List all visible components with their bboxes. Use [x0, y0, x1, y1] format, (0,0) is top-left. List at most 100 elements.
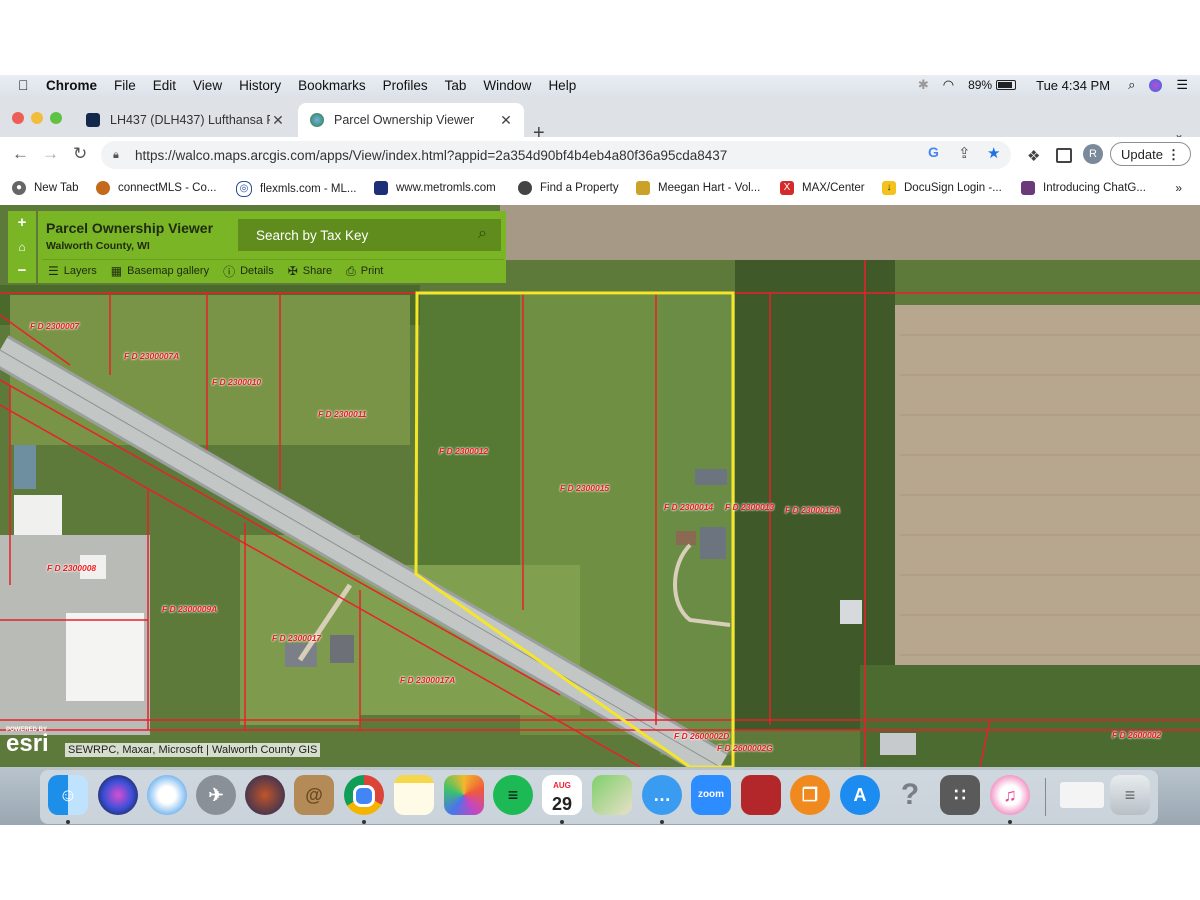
menu-history[interactable]: History	[239, 78, 281, 93]
spotlight-search-icon[interactable]: ⌕	[1128, 77, 1135, 93]
launchpad-icon[interactable]: ✈	[196, 775, 236, 815]
photos-icon[interactable]	[444, 775, 484, 815]
window-close-button[interactable]	[12, 112, 24, 124]
bookmarks-overflow-icon[interactable]: »	[1175, 181, 1182, 195]
downloads-stack-icon[interactable]	[1060, 782, 1104, 808]
zoom-out-button[interactable]: −	[8, 259, 36, 283]
zoom-in-button[interactable]: +	[8, 211, 36, 235]
side-panel-icon[interactable]	[1056, 148, 1072, 163]
tab-parcel-viewer[interactable]: Parcel Ownership Viewer ✕	[298, 103, 524, 137]
layers-button[interactable]: ☰ Layers	[48, 264, 97, 278]
bookmark-connectmls[interactable]: connectMLS - Co...	[96, 181, 216, 195]
menu-profiles[interactable]: Profiles	[383, 78, 428, 93]
bookmark-chatgpt[interactable]: Introducing ChatG...	[1021, 181, 1146, 195]
url-text[interactable]: https://walco.maps.arcgis.com/apps/View/…	[135, 148, 727, 163]
bookmark-max-center[interactable]: X MAX/Center	[780, 181, 865, 195]
app-store-icon[interactable]: A	[840, 775, 880, 815]
parcel-label[interactable]: F D 2300007	[30, 321, 79, 331]
itunes-icon[interactable]: ♫	[990, 775, 1030, 815]
parcel-label[interactable]: F D 2300008	[47, 563, 96, 573]
share-icon[interactable]: ⇪	[958, 144, 971, 162]
window-zoom-button[interactable]	[50, 112, 62, 124]
share-button[interactable]: ✠ Share	[288, 264, 332, 278]
menu-window[interactable]: Window	[483, 78, 531, 93]
menu-tab[interactable]: Tab	[445, 78, 467, 93]
esri-logo[interactable]: POWERED BY esri	[6, 727, 49, 756]
calculator-icon[interactable]: ∷	[940, 775, 980, 815]
address-bar[interactable]: 🔒︎ https://walco.maps.arcgis.com/apps/Vi…	[101, 141, 1011, 169]
menubar-clock[interactable]: Tue 4:34 PM	[1036, 78, 1110, 93]
menu-bookmarks[interactable]: Bookmarks	[298, 78, 366, 93]
zoom-icon[interactable]: zoom	[691, 775, 731, 815]
basemap-gallery-button[interactable]: ▦ Basemap gallery	[111, 264, 209, 278]
siri-icon[interactable]	[98, 775, 138, 815]
parcel-label[interactable]: F D 2600002	[1112, 730, 1161, 740]
contacts-icon[interactable]: @	[294, 775, 334, 815]
parcel-label[interactable]: F D 2300014	[664, 502, 713, 512]
chrome-icon[interactable]	[344, 775, 384, 815]
parcel-label[interactable]: F D 2300010	[212, 377, 261, 387]
bluetooth-icon[interactable]: ✱	[918, 77, 929, 93]
parcel-label[interactable]: F D 2600002G	[717, 743, 773, 753]
calendar-icon[interactable]: AUG 29	[542, 775, 582, 815]
extensions-puzzle-icon[interactable]: ❖	[1027, 147, 1040, 165]
bookmark-flexmls[interactable]: ◎ flexmls.com - ML...	[236, 181, 356, 197]
more-menu-icon[interactable]: ⋮	[1167, 143, 1180, 167]
messages-icon[interactable]: …	[642, 775, 682, 815]
spotify-icon[interactable]: ≡	[493, 775, 533, 815]
parcel-label[interactable]: F D 2300007A	[124, 351, 179, 361]
wifi-icon[interactable]: ◠	[943, 77, 954, 93]
menu-edit[interactable]: Edit	[153, 78, 176, 93]
menu-app-name[interactable]: Chrome	[46, 78, 97, 93]
notes-icon[interactable]	[394, 775, 434, 815]
close-tab-icon[interactable]: ✕	[498, 112, 514, 129]
home-button[interactable]: ⌂	[8, 235, 36, 259]
parcel-label[interactable]: F D 2300015	[560, 483, 609, 493]
parcel-label[interactable]: F D 2300017	[272, 633, 321, 643]
bookmark-find-property[interactable]: Find a Property	[518, 181, 619, 195]
books-icon[interactable]: ❐	[790, 775, 830, 815]
map-view[interactable]: F D 2300007 F D 2300007A F D 2300010 F D…	[0, 205, 1200, 767]
bookmark-docusign[interactable]: ↓ DocuSign Login -...	[882, 181, 1002, 195]
parcel-label[interactable]: F D 2300013	[725, 502, 774, 512]
menu-view[interactable]: View	[193, 78, 222, 93]
forward-arrow-icon[interactable]: →	[42, 144, 59, 164]
back-arrow-icon[interactable]: ←	[12, 144, 29, 164]
tax-key-search-input[interactable]: Search by Tax Key ⌕	[238, 219, 501, 251]
parcel-label[interactable]: F D 2300012	[439, 446, 488, 456]
parcel-label[interactable]: F D 2300017A	[400, 675, 455, 685]
tab-lufthansa[interactable]: LH437 (DLH437) Lufthansa Fli ✕	[74, 103, 296, 137]
maps-icon[interactable]	[592, 775, 632, 815]
bookmark-metromls[interactable]: www.metromls.com	[374, 181, 496, 195]
parcel-label[interactable]: F D 2300011	[318, 409, 367, 419]
bookmark-meegan-hart[interactable]: Meegan Hart - Vol...	[636, 181, 760, 195]
help-icon[interactable]: ?	[890, 775, 930, 815]
siri-icon[interactable]	[1149, 78, 1163, 92]
safari-icon[interactable]: ✦	[147, 775, 187, 815]
parcel-label[interactable]: F D 2300009A	[162, 604, 217, 614]
bookmark-new-tab[interactable]: ● New Tab	[12, 181, 79, 195]
menu-help[interactable]: Help	[548, 78, 576, 93]
reload-icon[interactable]: ↻	[73, 144, 87, 164]
update-button[interactable]: Update ⋮	[1110, 142, 1191, 166]
map-attribution[interactable]: SEWRPC, Maxar, Microsoft | Walworth Coun…	[65, 743, 321, 757]
print-button[interactable]: ⎙ Print	[346, 264, 383, 279]
battery-percent[interactable]: 89%	[968, 78, 992, 92]
photo-booth-2-icon[interactable]	[741, 775, 781, 815]
bookmark-star-icon[interactable]: ★	[987, 144, 1000, 162]
photo-booth-icon[interactable]	[245, 775, 285, 815]
google-icon[interactable]: G	[928, 144, 939, 160]
battery-icon[interactable]	[996, 80, 1017, 90]
finder-icon[interactable]: ☺	[48, 775, 88, 815]
close-tab-icon[interactable]: ✕	[270, 112, 286, 129]
trash-icon[interactable]: ≡	[1110, 775, 1150, 815]
window-minimize-button[interactable]	[31, 112, 43, 124]
control-center-icon[interactable]: ☰	[1176, 77, 1188, 93]
profile-avatar[interactable]: R	[1083, 144, 1103, 164]
parcel-label[interactable]: F D 2600002D	[674, 731, 729, 741]
details-button[interactable]: ⓘ Details	[223, 263, 274, 280]
lock-icon[interactable]: 🔒︎	[113, 149, 127, 162]
menu-file[interactable]: File	[114, 78, 136, 93]
search-icon[interactable]: ⌕	[478, 225, 487, 243]
apple-menu-icon[interactable]: 	[18, 77, 34, 93]
